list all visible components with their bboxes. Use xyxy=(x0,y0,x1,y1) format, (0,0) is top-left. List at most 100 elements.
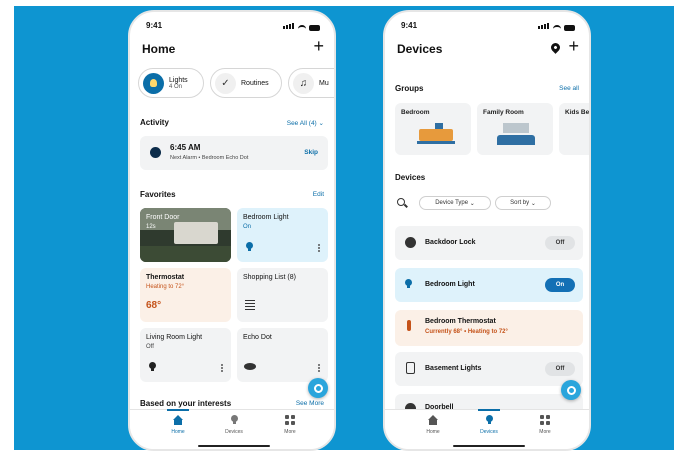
add-icon[interactable]: + xyxy=(313,36,324,57)
tile-sub: Off xyxy=(146,344,154,350)
more-options-icon[interactable] xyxy=(318,244,320,252)
more-options-icon[interactable] xyxy=(318,364,320,372)
page-title: Home xyxy=(142,42,176,56)
group-name: Kids Be xyxy=(565,109,590,116)
tile-bedroom-light[interactable]: Bedroom Light On xyxy=(237,208,328,262)
tile-echo-dot[interactable]: Echo Dot xyxy=(237,328,328,382)
lock-icon xyxy=(405,237,416,248)
lamp-illustration xyxy=(435,123,443,129)
chip-music[interactable]: ♫ Mu xyxy=(288,68,334,98)
tab-label: Devices xyxy=(225,429,243,435)
status-time: 9:41 xyxy=(146,21,163,30)
tile-living-room-light[interactable]: Living Room Light Off xyxy=(140,328,231,382)
chip-sub: 4 On xyxy=(169,83,183,90)
tile-title: Thermostat xyxy=(146,274,185,281)
tab-devices[interactable]: Devices xyxy=(214,413,254,435)
tab-label: Home xyxy=(426,429,440,435)
tab-more[interactable]: More xyxy=(270,413,310,435)
device-status: Currently 68° • Heating to 72° xyxy=(425,329,508,335)
see-all-groups-link[interactable]: See all xyxy=(559,85,579,92)
tab-home[interactable]: Home xyxy=(413,413,453,435)
chevron-down-icon: ⌄ xyxy=(318,120,324,127)
bulb-icon xyxy=(149,362,156,371)
thermometer-icon xyxy=(407,320,411,331)
sofa-illustration xyxy=(497,135,535,145)
device-toggle[interactable]: Off xyxy=(545,236,575,250)
home-screen: 9:41 Home + Lights 4 On ✓ Routines ♫ Mu … xyxy=(128,10,336,451)
group-name: Family Room xyxy=(483,109,524,116)
tile-title: Living Room Light xyxy=(146,334,203,341)
skip-button[interactable]: Skip xyxy=(304,149,318,156)
plug-icon xyxy=(406,362,415,374)
see-all-activity-link[interactable]: See All (4) ⌄ xyxy=(287,119,324,127)
tile-shopping-list[interactable]: Shopping List (8) xyxy=(237,268,328,322)
tile-sub: On xyxy=(243,224,252,230)
check-circle-icon: ✓ xyxy=(215,72,236,94)
device-bedroom-thermostat[interactable]: Bedroom Thermostat Currently 68° • Heati… xyxy=(395,310,583,346)
alexa-ring-icon xyxy=(313,383,323,393)
more-options-icon[interactable] xyxy=(221,364,223,372)
tab-bar: Home Devices More xyxy=(130,409,334,449)
home-indicator xyxy=(453,445,525,447)
groups-heading: Groups xyxy=(395,84,424,93)
device-toggle[interactable]: On xyxy=(545,278,575,292)
device-type-filter[interactable]: Device Type ⌄ xyxy=(419,196,491,210)
tab-home[interactable]: Home xyxy=(158,409,198,435)
battery-icon xyxy=(564,25,575,31)
status-time: 9:41 xyxy=(401,21,418,30)
tile-thermostat[interactable]: Thermostat Heating to 72° 68° xyxy=(140,268,231,322)
tile-front-door[interactable]: Front Door 12s xyxy=(140,208,231,262)
tv-illustration xyxy=(503,123,529,133)
house-image xyxy=(174,222,218,244)
interests-heading: Based on your interests xyxy=(140,399,232,408)
tile-title: Front Door xyxy=(146,214,180,221)
temperature-value: 68° xyxy=(146,300,162,311)
group-name: Bedroom xyxy=(401,109,430,116)
signal-icon xyxy=(283,22,295,31)
bulb-icon xyxy=(143,72,164,94)
device-name: Bedroom Thermostat xyxy=(425,318,496,325)
tab-label: More xyxy=(539,429,551,435)
bulb-icon xyxy=(230,415,238,424)
chip-lights[interactable]: Lights 4 On xyxy=(138,68,204,98)
device-backdoor-lock[interactable]: Backdoor Lock Off xyxy=(395,226,583,260)
tab-bar: Home Devices More xyxy=(385,409,589,449)
sort-by-filter[interactable]: Sort by ⌄ xyxy=(495,196,551,210)
home-icon xyxy=(172,415,184,425)
home-indicator xyxy=(198,445,270,447)
device-bedroom-light[interactable]: Bedroom Light On xyxy=(395,268,583,302)
device-basement-lights[interactable]: Basement Lights Off xyxy=(395,352,583,386)
group-bedroom[interactable]: Bedroom xyxy=(395,103,471,155)
music-note-icon: ♫ xyxy=(293,72,314,94)
battery-icon xyxy=(309,25,320,31)
alarm-clock-icon xyxy=(150,147,161,158)
see-more-link[interactable]: See More xyxy=(296,400,324,407)
tab-more[interactable]: More xyxy=(525,413,565,435)
alarm-card[interactable]: 6:45 AM Next Alarm • Bedroom Echo Dot Sk… xyxy=(140,136,328,170)
tab-label: Devices xyxy=(480,429,498,435)
add-icon[interactable]: + xyxy=(568,36,579,57)
bulb-icon xyxy=(485,415,493,424)
activity-heading: Activity xyxy=(140,118,169,127)
alexa-button[interactable] xyxy=(561,380,581,400)
signal-icon xyxy=(538,22,550,31)
bed-base-illustration xyxy=(417,141,455,144)
alexa-button[interactable] xyxy=(308,378,328,398)
home-icon xyxy=(427,415,439,425)
alexa-ring-icon xyxy=(566,385,576,395)
edit-favorites-link[interactable]: Edit xyxy=(313,191,324,198)
search-icon[interactable] xyxy=(397,198,408,208)
chip-routines[interactable]: ✓ Routines xyxy=(210,68,282,98)
location-pin-icon[interactable] xyxy=(549,41,562,54)
group-family-room[interactable]: Family Room xyxy=(477,103,553,155)
status-bar: 9:41 xyxy=(399,20,575,32)
tab-devices[interactable]: Devices xyxy=(469,409,509,435)
tile-title: Echo Dot xyxy=(243,334,272,341)
device-toggle[interactable]: Off xyxy=(545,362,575,376)
group-kids-bedroom[interactable]: Kids Be xyxy=(559,103,590,155)
page-title: Devices xyxy=(397,42,443,56)
filter-label: Sort by xyxy=(510,200,530,206)
tile-sub: Heating to 72° xyxy=(146,284,185,290)
bulb-icon xyxy=(246,242,253,251)
see-all-label: See All (4) xyxy=(286,120,317,127)
